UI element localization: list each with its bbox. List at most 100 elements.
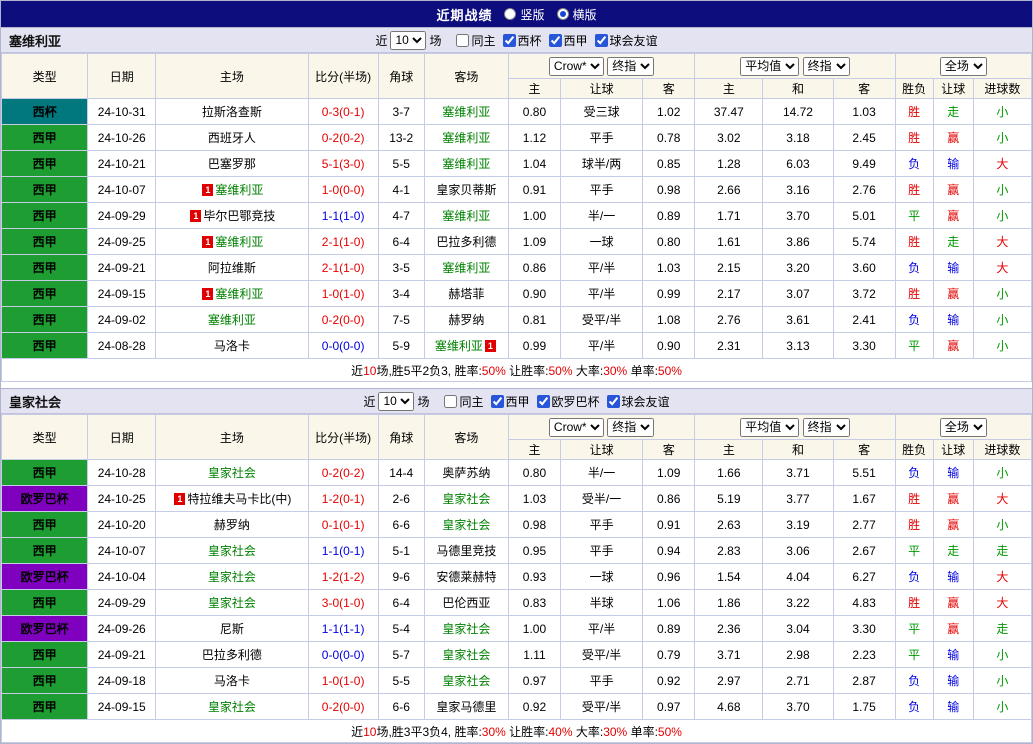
team-name: 毕尔巴鄂竞技 bbox=[203, 209, 276, 223]
match-row: 西杯 24-10-31 拉斯洛查斯 0-3(0-1) 3-7 塞维利亚 0.80 受三球 1.0… bbox=[0, 98, 1033, 125]
away-odds-cell: 0.98 bbox=[642, 176, 696, 203]
away-odds-cell: 1.02 bbox=[642, 98, 696, 125]
match-date: 24-09-29 bbox=[87, 589, 157, 616]
summary-segment: 单率: bbox=[627, 363, 658, 378]
col-header-result-handicap: 让球 bbox=[932, 78, 974, 99]
avg-away-cell: 3.30 bbox=[832, 615, 896, 642]
team-name: 巴拉多利德 bbox=[436, 235, 497, 249]
recent-results-table: 类型 日期 主场 比分(半场) 角球 客场 Crow* 终指 平均值 终指 全场… bbox=[0, 414, 1033, 743]
same-home-checkbox[interactable] bbox=[456, 33, 470, 47]
score-cell: 1-1(1-0) bbox=[307, 202, 379, 229]
avg-draw-cell: 3.20 bbox=[762, 254, 834, 281]
league-filter-1[interactable]: 西杯 bbox=[499, 32, 542, 49]
away-odds-cell: 1.06 bbox=[642, 589, 696, 616]
league-filter-1[interactable]: 西甲 bbox=[487, 393, 530, 410]
result-goals-cell: 小 bbox=[972, 98, 1033, 125]
team-name: 赫塔菲 bbox=[448, 287, 485, 301]
avg-away-cell: 2.87 bbox=[832, 667, 896, 694]
league-type-cell: 西甲 bbox=[0, 254, 89, 281]
match-date: 24-10-20 bbox=[87, 511, 157, 538]
score-cell: 0-2(0-2) bbox=[307, 459, 379, 486]
score-cell: 1-0(1-0) bbox=[307, 667, 379, 694]
result-wdl-cell: 负 bbox=[894, 459, 934, 486]
match-scope-select[interactable]: 全场 bbox=[939, 417, 987, 437]
match-date: 24-09-15 bbox=[87, 280, 157, 307]
odds-stage-select[interactable]: 终指 bbox=[607, 56, 655, 76]
league-filter-label: 西甲 bbox=[563, 33, 588, 48]
away-team-cell: 皇家贝蒂斯 bbox=[423, 176, 509, 203]
avg-source-select[interactable]: 平均值 bbox=[740, 417, 800, 437]
league-filter-checkbox[interactable] bbox=[536, 394, 550, 408]
same-home-checkbox[interactable] bbox=[444, 394, 458, 408]
league-filter-2[interactable]: 西甲 bbox=[545, 32, 588, 49]
league-type-cell: 欧罗巴杯 bbox=[0, 615, 89, 642]
bookmaker-select[interactable]: Crow* bbox=[548, 417, 604, 437]
league-type-cell: 西甲 bbox=[0, 511, 89, 538]
match-date: 24-10-04 bbox=[87, 563, 157, 590]
avg-home-cell: 4.68 bbox=[694, 693, 764, 720]
home-odds-cell: 0.83 bbox=[507, 589, 562, 616]
bookmaker-select[interactable]: Crow* bbox=[548, 56, 604, 76]
team-name: 巴拉多利德 bbox=[201, 648, 262, 662]
avg-home-cell: 1.66 bbox=[694, 459, 764, 486]
away-odds-cell: 0.85 bbox=[642, 150, 696, 177]
home-odds-cell: 1.00 bbox=[507, 202, 562, 229]
result-goals-cell: 大 bbox=[972, 563, 1033, 590]
match-date: 24-09-21 bbox=[87, 254, 157, 281]
result-handicap-cell: 赢 bbox=[932, 485, 974, 512]
summary-segment: 30% bbox=[481, 724, 506, 739]
avg-source-select[interactable]: 平均值 bbox=[740, 56, 800, 76]
corner-score-cell: 5-1 bbox=[377, 537, 425, 564]
corner-score-cell: 5-9 bbox=[377, 332, 425, 359]
away-team-cell: 皇家社会 bbox=[423, 667, 509, 694]
recent-count-select[interactable]: 10 bbox=[378, 391, 415, 411]
result-handicap-cell: 赢 bbox=[932, 511, 974, 538]
same-home-filter[interactable]: 同主 bbox=[440, 393, 484, 410]
match-scope-select[interactable]: 全场 bbox=[939, 56, 987, 76]
league-filter-checkbox[interactable] bbox=[548, 33, 562, 47]
corner-score-cell: 5-4 bbox=[377, 615, 425, 642]
team-name: 塞维利亚 bbox=[207, 313, 256, 327]
league-filter-checkbox[interactable] bbox=[490, 394, 504, 408]
layout-radio-vertical[interactable]: 竖版 bbox=[504, 6, 545, 23]
league-filter-checkbox[interactable] bbox=[502, 33, 516, 47]
odds-dropdown-cell: Crow* 终指 bbox=[507, 53, 696, 79]
avg-home-cell: 2.63 bbox=[694, 511, 764, 538]
avg-home-cell: 2.83 bbox=[694, 537, 764, 564]
col-header-odds-away: 客 bbox=[642, 439, 696, 460]
league-filter-3[interactable]: 球会友谊 bbox=[591, 32, 658, 49]
result-handicap-cell: 走 bbox=[932, 537, 974, 564]
away-odds-cell: 0.90 bbox=[642, 332, 696, 359]
league-filter-label: 球会友谊 bbox=[621, 394, 670, 409]
league-filter-checkbox[interactable] bbox=[594, 33, 608, 47]
handicap-cell: 平手 bbox=[560, 124, 644, 151]
same-home-filter[interactable]: 同主 bbox=[452, 32, 496, 49]
home-team-cell: 赫罗纳 bbox=[155, 511, 309, 538]
result-handicap-cell: 输 bbox=[932, 306, 974, 333]
score-cell: 0-0(0-0) bbox=[307, 641, 379, 668]
col-header-score: 比分(半场) bbox=[307, 53, 379, 99]
league-filter-checkbox[interactable] bbox=[606, 394, 620, 408]
result-goals-cell: 小 bbox=[972, 202, 1033, 229]
layout-radio-horizontal[interactable]: 横版 bbox=[556, 6, 597, 23]
red-card-badge: 1 bbox=[202, 184, 214, 196]
corner-score-cell: 13-2 bbox=[377, 124, 425, 151]
handicap-cell: 受半/一 bbox=[560, 485, 644, 512]
avg-stage-select[interactable]: 终指 bbox=[802, 56, 850, 76]
result-handicap-cell: 赢 bbox=[932, 176, 974, 203]
team-name: 皇家社会 bbox=[207, 466, 256, 480]
league-filter-3[interactable]: 球会友谊 bbox=[603, 393, 670, 410]
result-handicap-cell: 输 bbox=[932, 667, 974, 694]
avg-draw-cell: 3.07 bbox=[762, 280, 834, 307]
page: 近期战绩 竖版 横版 塞维利亚 近 10 场 同主 西杯 西甲 球会友谊 类型 … bbox=[0, 0, 1033, 744]
score-cell: 2-1(1-0) bbox=[307, 254, 379, 281]
avg-stage-select[interactable]: 终指 bbox=[802, 417, 850, 437]
score-cell: 0-0(0-0) bbox=[307, 332, 379, 359]
summary-segment: 40% bbox=[548, 724, 573, 739]
avg-away-cell: 1.03 bbox=[832, 98, 896, 125]
league-filter-2[interactable]: 欧罗巴杯 bbox=[533, 393, 600, 410]
match-row: 欧罗巴杯 24-10-25 1 特拉维夫马卡比(中) 1-2(0-1) 2-6 皇家社会 1.… bbox=[0, 485, 1033, 512]
odds-stage-select[interactable]: 终指 bbox=[607, 417, 655, 437]
away-odds-cell: 0.80 bbox=[642, 228, 696, 255]
recent-count-select[interactable]: 10 bbox=[390, 30, 427, 50]
